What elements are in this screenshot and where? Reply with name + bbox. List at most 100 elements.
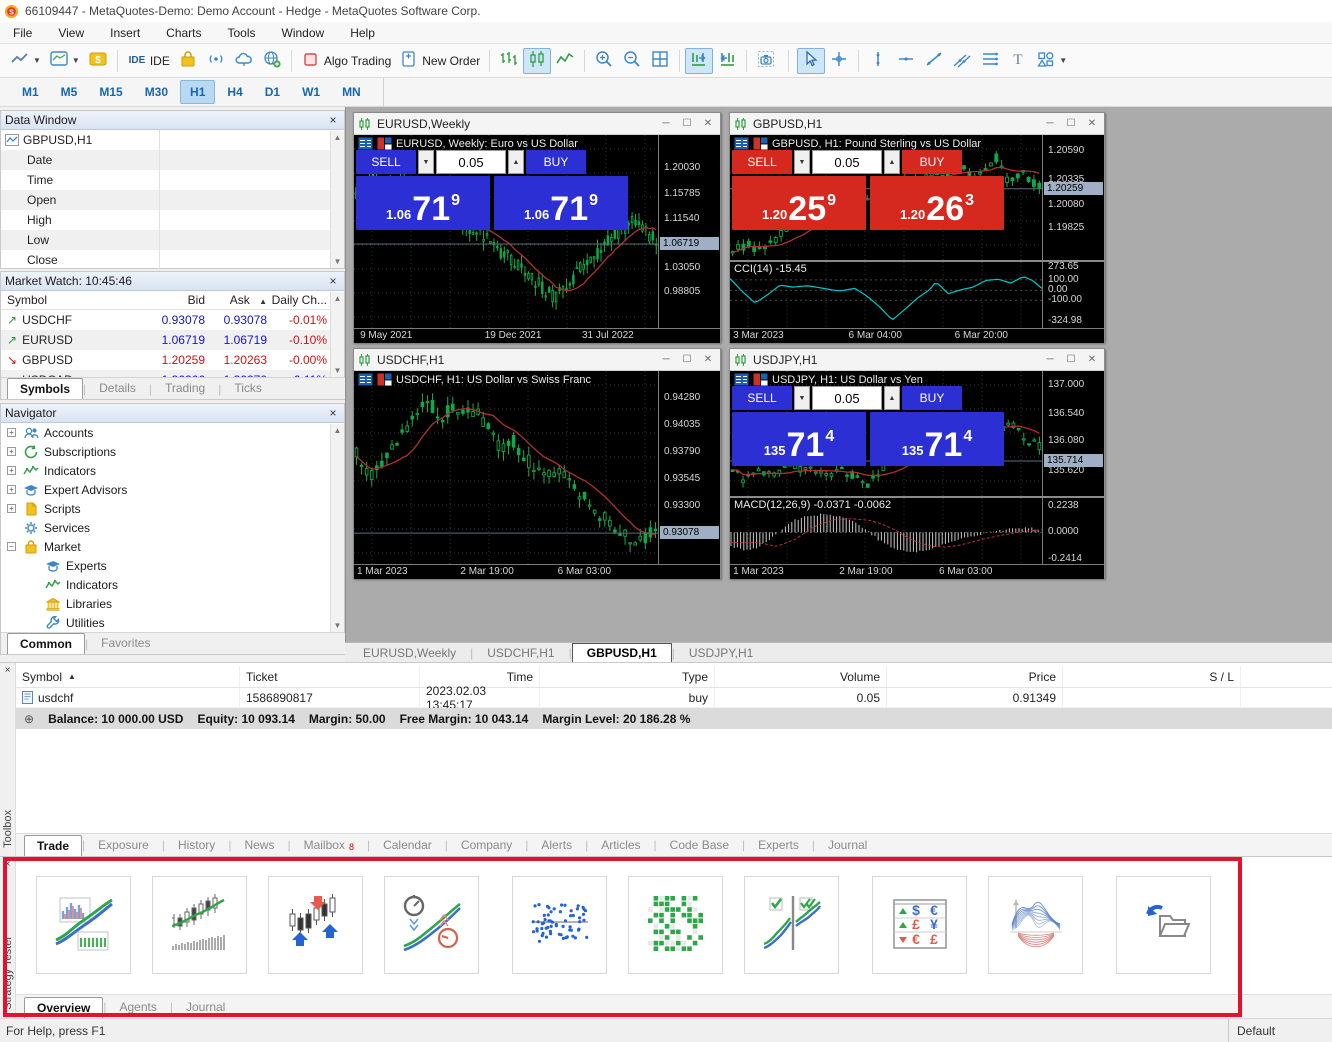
buy-price-box[interactable]: 135714 <box>870 412 1004 466</box>
navigator-item-libraries[interactable]: Libraries <box>1 594 344 613</box>
minimize-icon[interactable]: ─ <box>1042 354 1058 365</box>
tile-windows-button[interactable] <box>646 48 674 74</box>
chart-window-titlebar[interactable]: EURUSD,Weekly─☐✕ <box>354 113 720 135</box>
market-watch-tab-details[interactable]: Details <box>86 377 149 399</box>
metaeditor-button[interactable]: IDEIDE <box>123 48 174 74</box>
zoom-in-button[interactable] <box>590 48 618 74</box>
sell-button[interactable]: SELL <box>732 386 792 410</box>
scroll-to-end-button[interactable] <box>685 48 713 74</box>
chart-window-titlebar[interactable]: USDCHF,H1─☐✕ <box>354 349 720 371</box>
buy-button[interactable]: BUY <box>902 386 962 410</box>
trendline-button[interactable] <box>920 48 948 74</box>
col-daily-change[interactable]: Daily Ch... <box>267 293 329 307</box>
close-icon[interactable]: × <box>326 406 340 420</box>
objects-button[interactable]: ▼ <box>1032 48 1071 74</box>
tester-card-math-surface[interactable] <box>988 876 1083 974</box>
market-watch-icon[interactable] <box>358 137 373 150</box>
sell-price-box[interactable]: 1.06719 <box>356 176 490 230</box>
toolbox-tab-calendar[interactable]: Calendar <box>370 834 445 856</box>
chart-tab-eurusd-weekly[interactable]: EURUSD,Weekly <box>349 644 470 662</box>
navigator-item-market[interactable]: −Market <box>1 537 344 556</box>
horizontal-line-button[interactable] <box>892 48 920 74</box>
close-icon[interactable]: × <box>326 274 340 288</box>
close-icon[interactable]: ✕ <box>700 354 716 365</box>
financial-button[interactable]: $ <box>84 48 112 74</box>
tester-card-report[interactable] <box>36 876 131 974</box>
navigator-item-subscriptions[interactable]: +Subscriptions <box>1 442 344 461</box>
scroll-up-icon[interactable]: ▲ <box>334 426 342 435</box>
market-watch-row-usdchf[interactable]: ↗USDCHF0.930780.93078-0.01% <box>1 310 344 330</box>
navigator-item-indicators[interactable]: Indicators <box>1 575 344 594</box>
chart-canvas[interactable]: USDCHF, H1: US Dollar vs Swiss Franc0.94… <box>354 371 720 579</box>
chart-tab-usdchf-h1[interactable]: USDCHF,H1 <box>473 644 568 662</box>
chart-window-titlebar[interactable]: USDJPY,H1─☐✕ <box>730 349 1104 371</box>
depth-of-market-icon[interactable] <box>377 137 392 150</box>
timeframe-w1[interactable]: W1 <box>292 80 330 104</box>
toolbox-tab-trade[interactable]: Trade <box>24 835 82 856</box>
volume-increase-icon[interactable]: ▲ <box>508 150 524 174</box>
candles-button[interactable] <box>523 48 551 74</box>
timeframe-h4[interactable]: H4 <box>217 80 252 104</box>
volume-input[interactable]: 0.05 <box>812 150 882 174</box>
close-icon[interactable]: × <box>5 857 11 870</box>
timeframe-m30[interactable]: M30 <box>135 80 178 104</box>
data-window-scrollbar[interactable]: ▲▼ <box>330 131 344 268</box>
trade-col-type[interactable]: Type <box>540 666 715 687</box>
chart-shift-button[interactable] <box>713 48 741 74</box>
volume-increase-icon[interactable]: ▲ <box>884 386 900 410</box>
chart-tab-usdjpy-h1[interactable]: USDJPY,H1 <box>675 644 767 662</box>
sell-price-box[interactable]: 1.20259 <box>732 176 866 230</box>
tester-tab-agents[interactable]: Agents <box>107 996 170 1018</box>
line-chart-button[interactable] <box>551 48 579 74</box>
col-symbol[interactable]: Symbol <box>1 293 121 307</box>
expand-icon[interactable]: + <box>7 447 16 456</box>
minimize-icon[interactable]: ─ <box>1042 118 1058 129</box>
depth-of-market-icon[interactable] <box>753 137 768 150</box>
tester-card-candles-volumes[interactable] <box>152 876 247 974</box>
market-watch-row-eurusd[interactable]: ↗EURUSD1.067191.06719-0.10% <box>1 330 344 350</box>
volume-input[interactable]: 0.05 <box>812 386 882 410</box>
collapse-icon[interactable]: − <box>7 542 16 551</box>
timeframe-h1[interactable]: H1 <box>180 80 215 104</box>
market-watch-icon[interactable] <box>734 373 749 386</box>
chart-canvas[interactable]: GBPUSD, H1: Pound Sterling vs US DollarS… <box>730 135 1104 343</box>
scroll-down-icon[interactable]: ▼ <box>334 366 342 375</box>
toolbox-tab-articles[interactable]: Articles <box>588 834 653 856</box>
market-watch-row-usdcad[interactable]: ↗USDCAD1.362661.362700.11% <box>1 370 344 377</box>
buy-price-box[interactable]: 1.20263 <box>870 176 1004 230</box>
market-watch-icon[interactable] <box>358 373 373 386</box>
market-watch-icon[interactable] <box>734 137 749 150</box>
navigator-item-utilities[interactable]: Utilities <box>1 613 344 632</box>
volume-input[interactable]: 0.05 <box>436 150 506 174</box>
close-icon[interactable]: ✕ <box>1084 354 1100 365</box>
depth-of-market-icon[interactable] <box>377 373 392 386</box>
close-icon[interactable]: × <box>326 113 340 127</box>
trade-col-volume[interactable]: Volume <box>715 666 887 687</box>
toolbox-tab-news[interactable]: News <box>231 834 287 856</box>
maximize-icon[interactable]: ☐ <box>1063 118 1079 129</box>
chart-window-eurusd-weekly[interactable]: EURUSD,Weekly─☐✕EURUSD, Weekly: Euro vs … <box>353 112 721 343</box>
toolbox-tab-company[interactable]: Company <box>448 834 525 856</box>
tester-card-speed-test[interactable] <box>384 876 479 974</box>
market-button[interactable] <box>174 48 202 74</box>
toolbox-tab-exposure[interactable]: Exposure <box>85 834 162 856</box>
timeframe-mn[interactable]: MN <box>332 80 371 104</box>
chevron-down-icon[interactable]: ▼ <box>72 56 80 65</box>
market-watch-row-gbpusd[interactable]: ↘GBPUSD1.202591.20263-0.00% <box>1 350 344 370</box>
cloud-button[interactable] <box>230 48 258 74</box>
scroll-down-icon[interactable]: ▼ <box>334 621 342 630</box>
volume-decrease-icon[interactable]: ▼ <box>418 150 434 174</box>
toolbox-tab-history[interactable]: History <box>165 834 228 856</box>
volume-increase-icon[interactable]: ▲ <box>884 150 900 174</box>
trade-col-sl[interactable]: S / L <box>1063 666 1241 687</box>
navigator-item-expert-advisors[interactable]: +Expert Advisors <box>1 480 344 499</box>
buy-button[interactable]: BUY <box>526 150 586 174</box>
screenshot-button[interactable] <box>752 48 780 74</box>
tester-tab-overview[interactable]: Overview <box>24 997 103 1018</box>
expand-icon[interactable]: + <box>7 504 16 513</box>
cursor-button[interactable] <box>797 48 825 74</box>
vertical-line-button[interactable] <box>864 48 892 74</box>
navigator-item-accounts[interactable]: +Accounts <box>1 423 344 442</box>
scroll-up-icon[interactable]: ▲ <box>334 294 342 303</box>
chart-window-button[interactable]: ▼ <box>45 48 84 74</box>
